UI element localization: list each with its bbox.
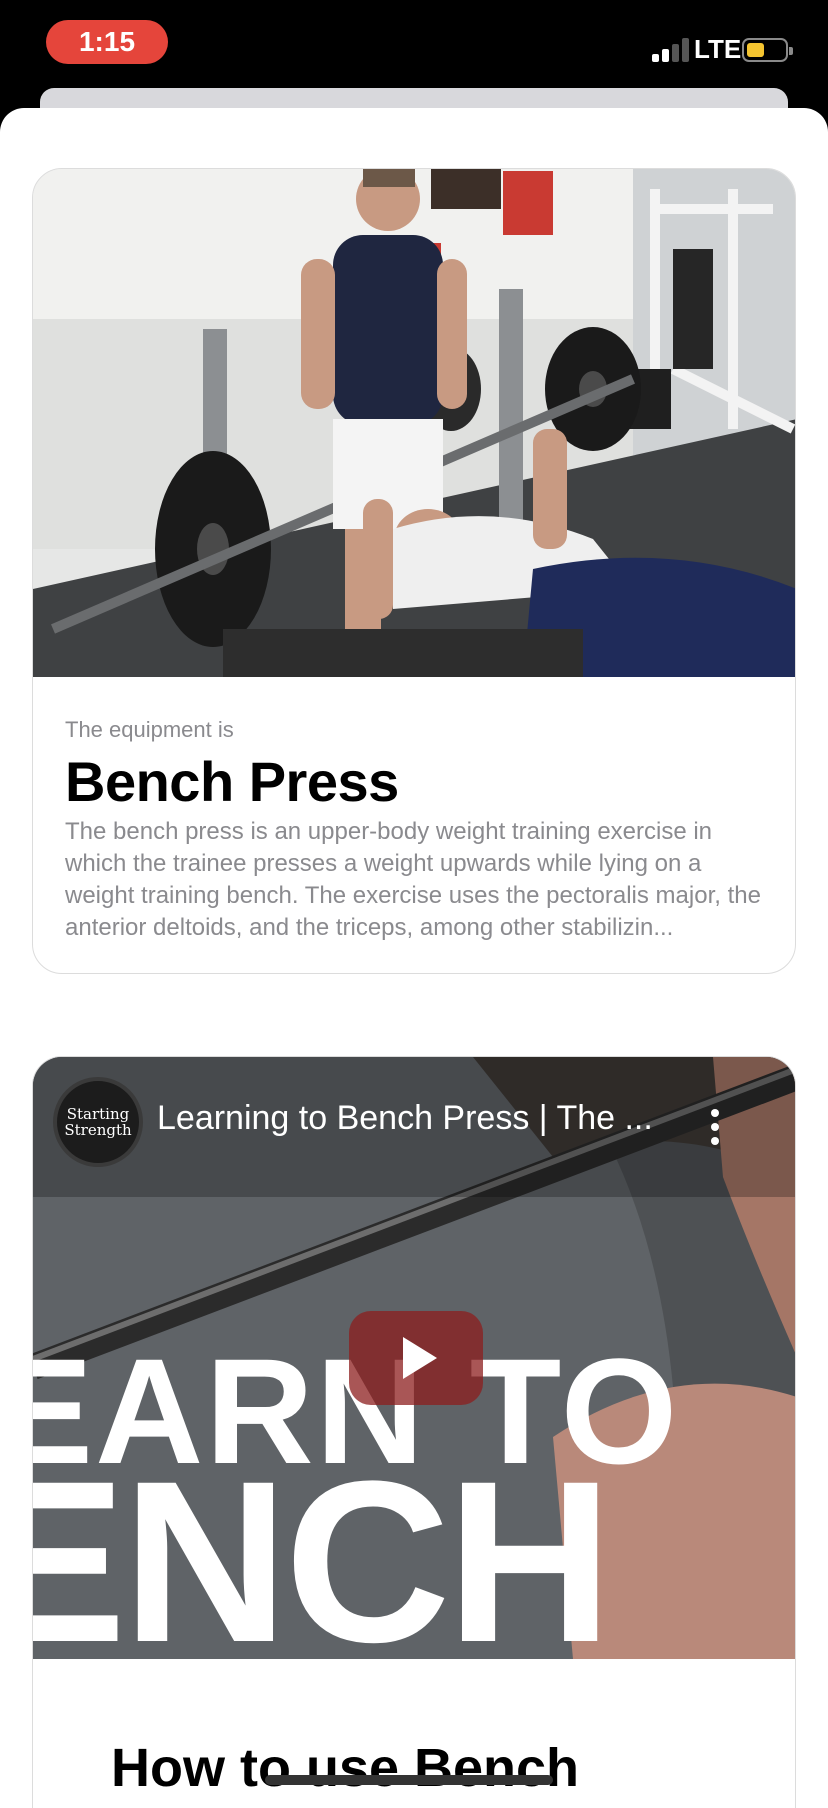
battery-level bbox=[747, 43, 764, 57]
equipment-title: Bench Press bbox=[65, 750, 399, 813]
strike-line-decoration bbox=[265, 1775, 553, 1785]
battery-icon bbox=[742, 38, 793, 62]
video-card[interactable]: EARN TO ENCH Starting Strength Learning … bbox=[32, 1056, 796, 1808]
video-card-title: How to use Bench bbox=[111, 1738, 580, 1798]
equipment-description: The bench press is an upper-body weight … bbox=[65, 818, 761, 941]
signal-icon bbox=[652, 36, 692, 62]
equipment-info: The equipment is Bench Press The bench p… bbox=[65, 717, 765, 944]
status-time[interactable]: 1:15 bbox=[46, 20, 168, 64]
play-button[interactable] bbox=[349, 1311, 483, 1405]
equipment-eyebrow: The equipment is bbox=[65, 717, 234, 742]
equipment-card[interactable]: The equipment is Bench Press The bench p… bbox=[32, 168, 796, 974]
more-options-icon[interactable] bbox=[709, 1109, 721, 1145]
video-title[interactable]: Learning to Bench Press | The ... bbox=[157, 1099, 677, 1138]
bench-press-photo bbox=[33, 169, 795, 677]
modal-sheet[interactable]: The equipment is Bench Press The bench p… bbox=[0, 108, 828, 1808]
status-bar: 1:15 LTE bbox=[0, 0, 828, 96]
video-player[interactable]: EARN TO ENCH Starting Strength Learning … bbox=[33, 1057, 795, 1660]
play-icon bbox=[403, 1337, 437, 1379]
channel-avatar[interactable]: Starting Strength bbox=[53, 1077, 143, 1167]
network-type: LTE bbox=[694, 34, 742, 64]
thumbnail-overlay-text-2: ENCH bbox=[33, 1433, 613, 1660]
